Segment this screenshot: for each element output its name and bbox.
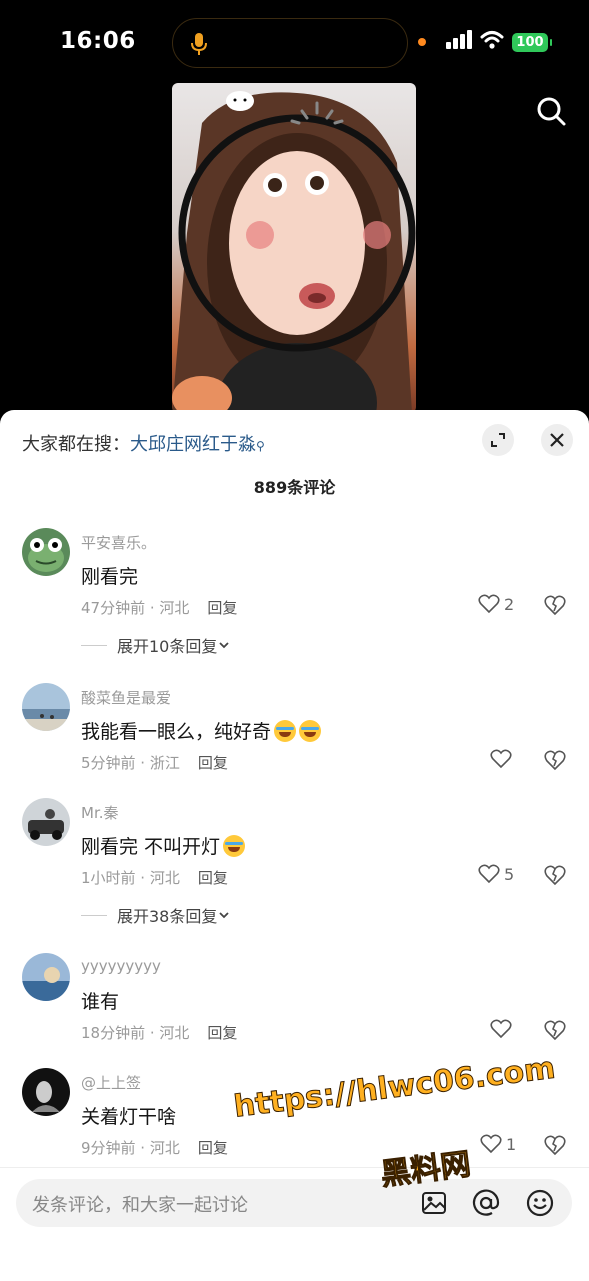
like-button[interactable] <box>490 1019 512 1039</box>
status-icons: 100 <box>418 30 552 54</box>
reply-button[interactable]: 回复 <box>198 1139 228 1157</box>
search-icon[interactable] <box>535 95 567 131</box>
search-prefix: 大家都在搜： <box>22 434 130 455</box>
comment-text-content: 我能看一眼么，纯好奇 <box>81 721 272 743</box>
comment-input[interactable]: 发条评论，和大家一起讨论 <box>16 1179 572 1227</box>
like-button[interactable]: 1 <box>480 1134 516 1154</box>
avatar[interactable] <box>22 683 70 731</box>
comment-text: 刚看完 不叫开灯 <box>81 832 246 859</box>
dislike-button[interactable] <box>543 1019 567 1045</box>
heart-icon <box>480 1134 502 1154</box>
divider <box>81 914 107 916</box>
divider <box>81 644 107 646</box>
comment-sheet: 大家都在搜：大邱庄网红于淼⚲ 889条评论 平安喜乐。 刚看完 47分钟前 · … <box>0 410 589 1281</box>
laugh-cry-emoji <box>223 835 246 857</box>
comment-item: 平安喜乐。 刚看完 47分钟前 · 河北 回复 2 展开10条回复 <box>0 528 589 656</box>
dislike-button[interactable] <box>543 594 567 620</box>
status-time: 16:06 <box>60 28 136 54</box>
signal-icon <box>446 30 472 54</box>
wifi-icon <box>480 30 504 54</box>
search-suggestion[interactable]: 大家都在搜：大邱庄网红于淼⚲ <box>22 430 265 456</box>
reply-button[interactable]: 回复 <box>207 599 237 617</box>
heart-icon <box>490 1019 512 1039</box>
comment-meta: 47分钟前 · 河北 回复 <box>81 597 237 618</box>
expand-replies-label: 展开38条回复 <box>117 907 218 926</box>
like-button[interactable] <box>490 749 512 769</box>
search-keyword[interactable]: 大邱庄网红于淼 <box>130 434 256 455</box>
username[interactable]: yyyyyyyyy <box>81 957 161 975</box>
heart-icon <box>478 594 500 614</box>
comment-time: 9分钟前 · 河北 <box>81 1139 180 1157</box>
comment-meta: 18分钟前 · 河北 回复 <box>81 1022 237 1043</box>
dynamic-island <box>172 18 408 68</box>
expand-replies[interactable]: 展开10条回复 <box>81 633 231 657</box>
comment-meta: 1小时前 · 河北 回复 <box>81 867 228 888</box>
comment-time: 18分钟前 · 河北 <box>81 1024 190 1042</box>
comment-time: 1小时前 · 河北 <box>81 869 180 887</box>
comment-input-bar: 发条评论，和大家一起讨论 <box>0 1167 589 1281</box>
video-frame[interactable] <box>172 83 416 413</box>
comment-count: 889条评论 <box>253 478 336 497</box>
username[interactable]: 平安喜乐。 <box>81 532 156 553</box>
username[interactable]: Mr.秦 <box>81 802 119 823</box>
broken-heart-icon <box>544 1135 566 1156</box>
reply-button[interactable]: 回复 <box>207 1024 237 1042</box>
username[interactable]: 酸菜鱼是最爱 <box>81 687 171 708</box>
like-count: 2 <box>504 594 515 614</box>
expand-replies[interactable]: 展开38条回复 <box>81 903 231 927</box>
battery-indicator: 100 <box>512 32 552 52</box>
reply-button[interactable]: 回复 <box>198 754 228 772</box>
dislike-button[interactable] <box>543 749 567 775</box>
reply-button[interactable]: 回复 <box>198 869 228 887</box>
comment-text: 谁有 <box>81 991 120 1013</box>
broken-heart-icon <box>544 865 566 886</box>
broken-heart-icon <box>544 595 566 616</box>
laugh-cry-emoji <box>299 720 322 742</box>
laugh-cry-emoji <box>274 720 297 742</box>
close-icon <box>550 433 564 447</box>
like-button[interactable]: 5 <box>478 864 514 884</box>
comment-meta: 9分钟前 · 河北 回复 <box>81 1137 228 1158</box>
dislike-button[interactable] <box>543 864 567 890</box>
expand-replies-label: 展开10条回复 <box>117 637 218 656</box>
broken-heart-icon <box>544 1020 566 1041</box>
comment-text: 我能看一眼么，纯好奇 <box>81 717 322 744</box>
like-count: 1 <box>506 1134 517 1154</box>
emoji-icon[interactable] <box>526 1189 554 1221</box>
avatar[interactable] <box>22 1068 70 1116</box>
comment-item: Mr.秦 刚看完 不叫开灯 1小时前 · 河北 回复 5 展开38条回复 <box>0 798 589 926</box>
avatar[interactable] <box>22 528 70 576</box>
at-icon[interactable] <box>472 1189 500 1221</box>
dislike-button[interactable] <box>543 1134 567 1160</box>
comment-meta: 5分钟前 · 浙江 回复 <box>81 752 228 773</box>
comment-time: 47分钟前 · 河北 <box>81 599 190 617</box>
close-button[interactable] <box>541 424 573 456</box>
broken-heart-icon <box>544 750 566 771</box>
comment-item: yyyyyyyyy 谁有 18分钟前 · 河北 回复 <box>0 953 589 1073</box>
avatar[interactable] <box>22 953 70 1001</box>
comment-text: 关着灯干啥 <box>81 1106 177 1128</box>
comment-text-content: 刚看完 不叫开灯 <box>81 836 221 858</box>
expand-icon <box>491 433 505 447</box>
username[interactable]: @上上签 <box>81 1072 141 1093</box>
comment-input-placeholder: 发条评论，和大家一起讨论 <box>32 1195 248 1216</box>
comment-text: 刚看完 <box>81 566 139 588</box>
search-mini-icon: ⚲ <box>256 439 265 453</box>
mic-icon <box>189 31 209 61</box>
heart-icon <box>490 749 512 769</box>
privacy-dot <box>418 38 426 46</box>
heart-icon <box>478 864 500 884</box>
chevron-down-icon <box>219 642 230 649</box>
chevron-down-icon <box>219 912 230 919</box>
expand-button[interactable] <box>482 424 514 456</box>
avatar[interactable] <box>22 798 70 846</box>
video-image <box>172 91 416 413</box>
like-button[interactable]: 2 <box>478 594 514 614</box>
comment-item: 酸菜鱼是最爱 我能看一眼么，纯好奇 5分钟前 · 浙江 回复 <box>0 683 589 803</box>
like-count: 5 <box>504 864 515 884</box>
image-icon[interactable] <box>420 1189 448 1221</box>
comment-time: 5分钟前 · 浙江 <box>81 754 180 772</box>
